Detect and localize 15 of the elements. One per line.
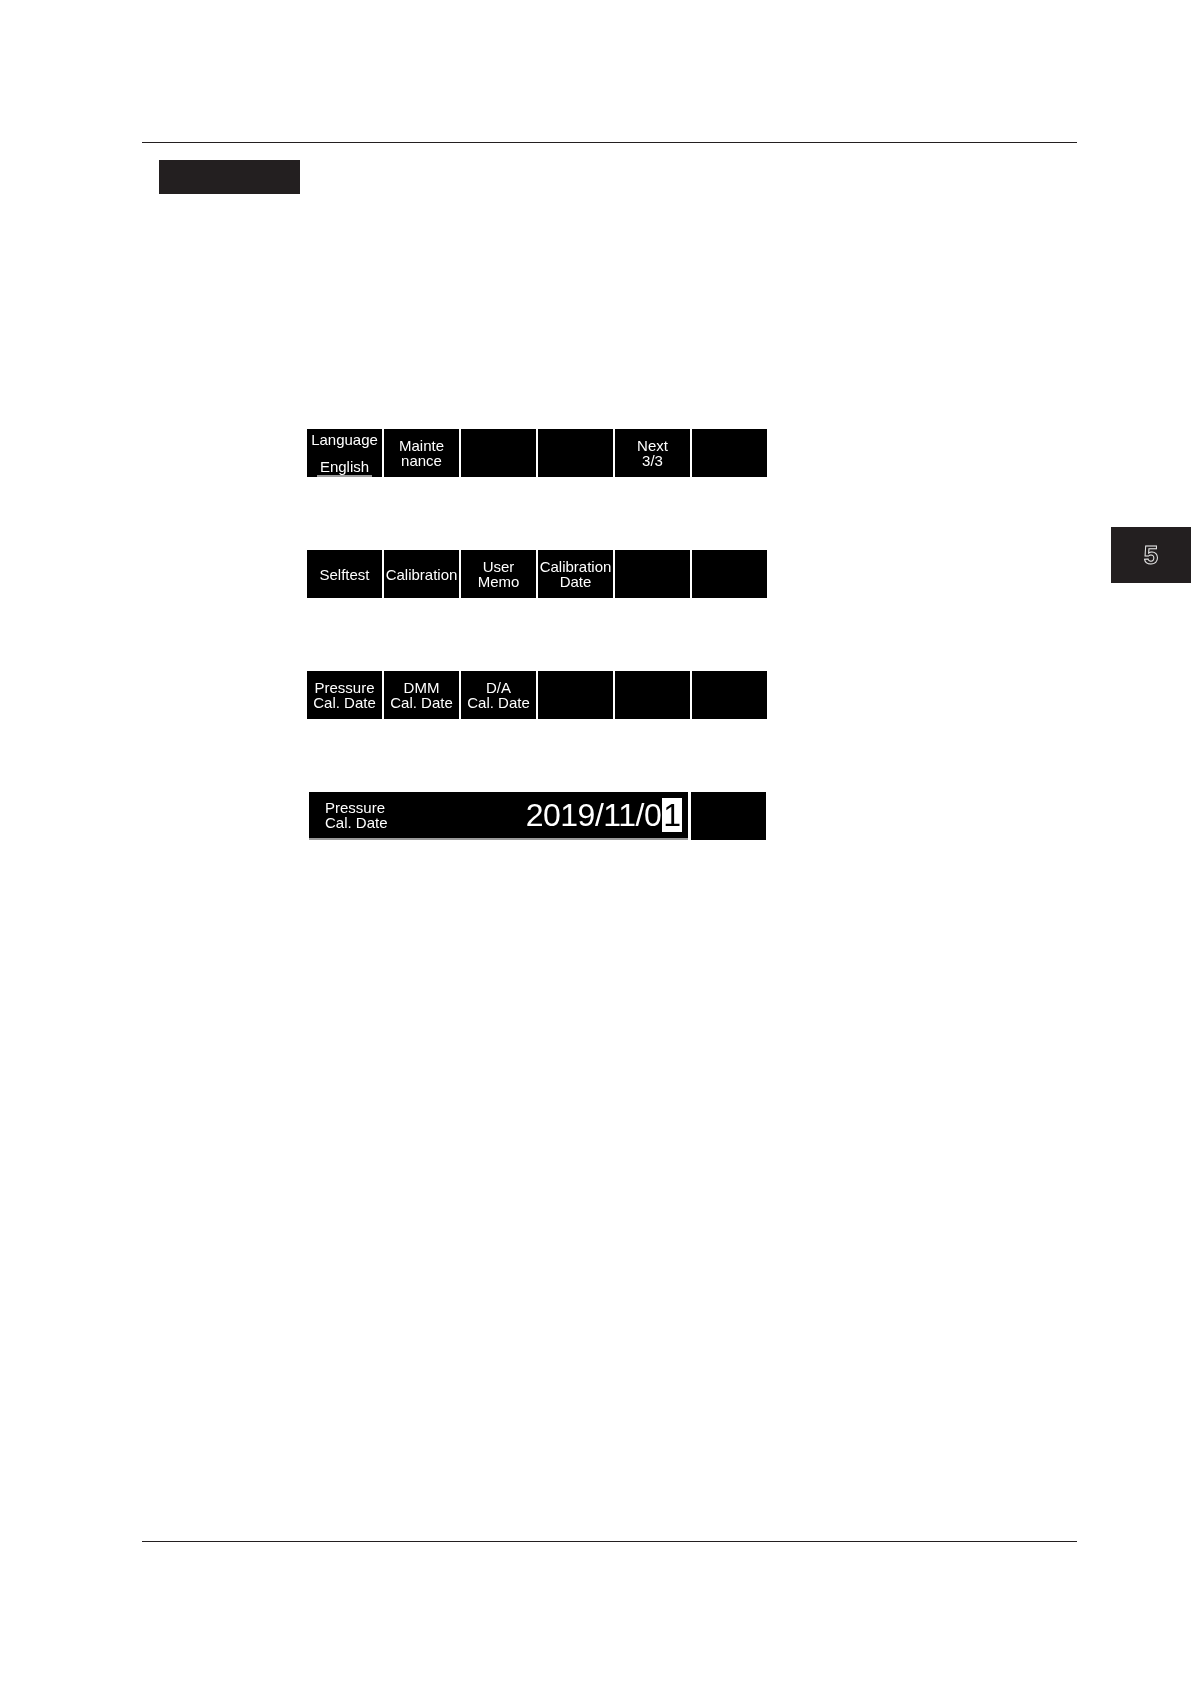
chapter-number-marker: 5 [1111,527,1191,583]
softkey[interactable]: DMM Cal. Date [384,671,459,719]
language-softkey[interactable]: Language English [307,429,382,477]
softkey[interactable]: Calibration [384,550,459,598]
date-input-field[interactable]: Pressure Cal. Date 2019/11/01 [309,792,688,840]
softkey[interactable]: Mainte nance [384,429,459,477]
softkey[interactable]: User Memo [461,550,536,598]
field-label: Pressure Cal. Date [325,800,388,830]
softkey[interactable]: Selftest [307,550,382,598]
date-value: 2019/11/0 [525,798,662,832]
softkey[interactable]: Calibration Date [538,550,613,598]
softkey[interactable]: D/A Cal. Date [461,671,536,719]
cursor-digit: 1 [662,798,682,832]
softkey[interactable]: Next 3/3 [615,429,690,477]
softkey[interactable]: Pressure Cal. Date [307,671,382,719]
